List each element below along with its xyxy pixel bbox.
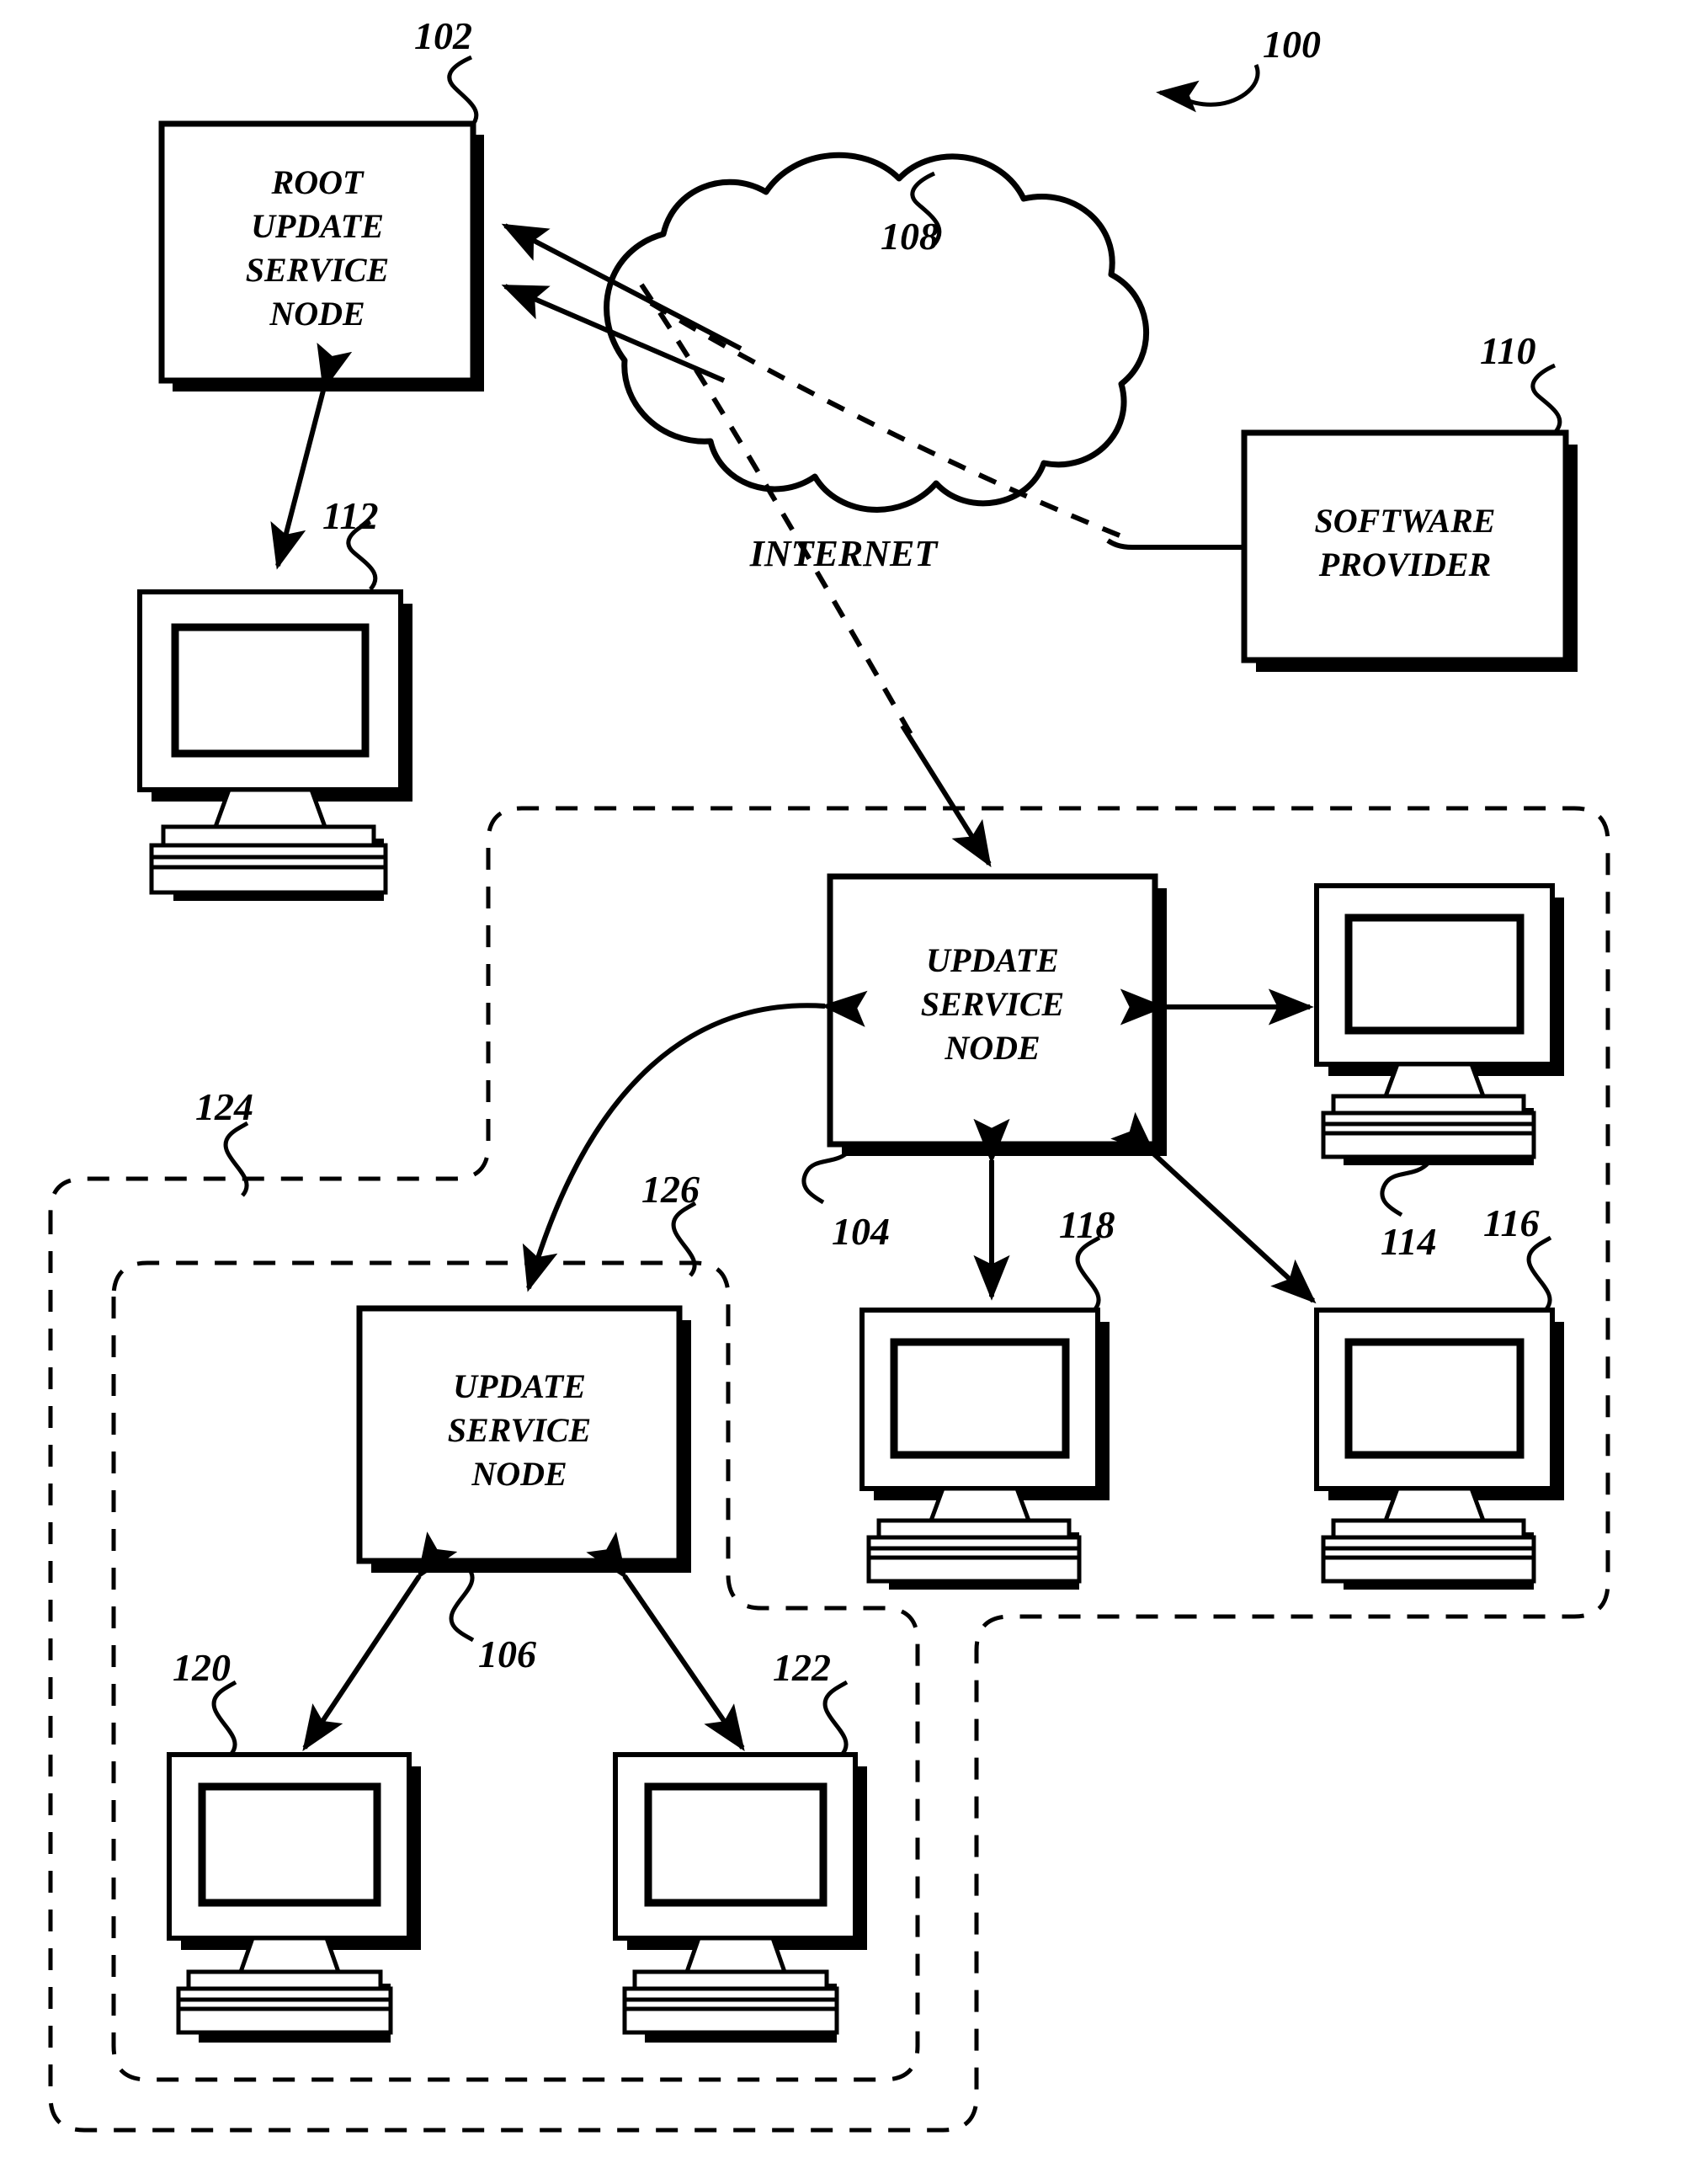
client-computer-122 (613, 1752, 867, 2043)
ref-leader-122 (822, 1680, 849, 1756)
software-provider-label-line2: PROVIDER (1318, 546, 1492, 583)
ref-leader-124 (223, 1121, 249, 1197)
ref-leader-102 (447, 55, 479, 128)
ref-number-106: 106 (478, 1633, 536, 1675)
update-service-node-104: UPDATE SERVICE NODE (827, 873, 1167, 1156)
arrow-root-to-client112 (270, 342, 353, 570)
usn104-label-line3: NODE (944, 1029, 1040, 1067)
ref-number-114: 114 (1381, 1220, 1436, 1263)
arrow-usn106-to-client120 (302, 1531, 458, 1751)
ref-number-100: 100 (1263, 23, 1321, 66)
client-computer-116 (1314, 1308, 1564, 1590)
root-node-label-line4: NODE (269, 295, 365, 333)
ref-leader-116 (1526, 1235, 1552, 1312)
software-provider-node: SOFTWARE PROVIDER (1241, 429, 1578, 672)
ref-number-102: 102 (414, 14, 472, 57)
figure-canvas: ROOT UPDATE SERVICE NODE 102 100 INTERNE… (48, 14, 1610, 2133)
ref-leader-104 (801, 1148, 852, 1205)
internet-cloud (604, 152, 1149, 513)
ref-number-122: 122 (773, 1646, 831, 1689)
usn104-label-line2: SERVICE (921, 985, 1065, 1023)
ref-number-124: 124 (195, 1085, 253, 1128)
client-computer-112 (137, 589, 412, 901)
ref-leader-100 (1156, 64, 1260, 113)
arrow-usn106-to-client122 (586, 1531, 745, 1751)
internet-cloud-label: INTERNET (749, 533, 939, 574)
client-computer-114 (1314, 883, 1564, 1165)
ref-number-120: 120 (173, 1646, 231, 1689)
ref-leader-110 (1530, 363, 1562, 434)
ref-number-108: 108 (881, 215, 939, 258)
ref-number-118: 118 (1059, 1203, 1115, 1246)
root-node-label-line2: UPDATE (251, 207, 384, 245)
ref-number-110: 110 (1480, 329, 1535, 372)
ref-number-116: 116 (1483, 1201, 1539, 1244)
arrow-usn104-to-client116 (1110, 1111, 1317, 1304)
ref-leader-106 (449, 1566, 475, 1643)
ref-leader-114 (1380, 1161, 1430, 1217)
link-provider-to-cloud (1106, 538, 1244, 550)
client-computer-120 (167, 1752, 421, 2043)
update-service-node-106: UPDATE SERVICE NODE (356, 1305, 691, 1573)
usn104-label-line1: UPDATE (926, 941, 1059, 979)
software-provider-label-line1: SOFTWARE (1315, 502, 1496, 540)
arrow-cloud-to-usn104 (900, 724, 992, 868)
root-update-service-node: ROOT UPDATE SERVICE NODE (158, 120, 484, 392)
arrow-usn104-to-usn106 (522, 990, 868, 1292)
usn106-label-line1: UPDATE (453, 1367, 586, 1405)
ref-number-104: 104 (832, 1210, 890, 1253)
ref-leader-120 (211, 1680, 237, 1756)
ref-number-112: 112 (322, 494, 378, 537)
usn106-label-line2: SERVICE (448, 1411, 592, 1449)
root-node-label-line1: ROOT (271, 163, 365, 201)
patent-figure: ROOT UPDATE SERVICE NODE 102 100 INTERNE… (0, 0, 1687, 2184)
ref-leader-118 (1075, 1235, 1101, 1312)
ref-number-126: 126 (641, 1168, 700, 1211)
usn106-label-line3: NODE (471, 1455, 567, 1493)
client-computer-118 (859, 1308, 1110, 1590)
root-node-label-line3: SERVICE (246, 251, 390, 289)
